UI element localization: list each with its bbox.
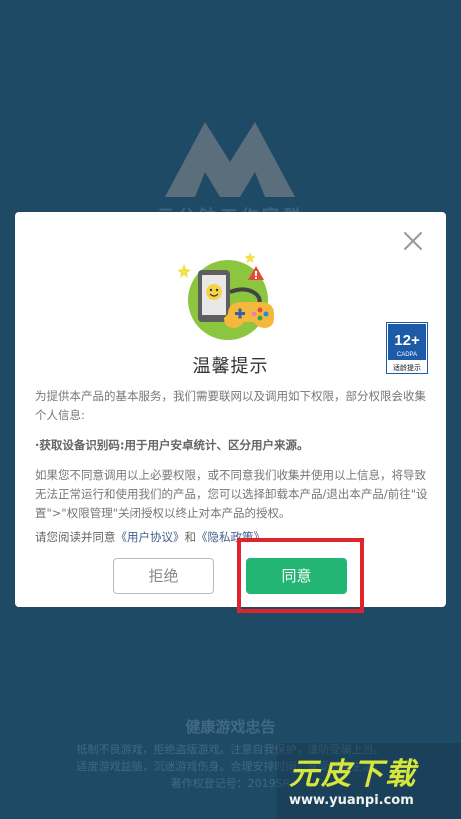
refuse-paragraph: 如果您不同意调用以上必要权限，或不同意我们收集并使用以上信息，将导致无法正常运行…	[35, 468, 428, 520]
agreement-line: 请您阅读并同意《用户协议》和《隐私政策》	[35, 529, 265, 545]
dialog-title: 温馨提示	[192, 356, 269, 377]
permission-item: ·获取设备识别码:用于用户安卓统计、区分用户来源。	[35, 438, 309, 452]
agreement-prefix: 请您阅读并同意	[35, 530, 116, 544]
watermark-url: www.yuanpi.com	[289, 793, 414, 808]
watermark-logo: 元皮下载	[289, 757, 417, 792]
highlight-box	[237, 538, 364, 613]
health-notice-title: 健康游戏忠告	[185, 718, 276, 736]
reject-button[interactable]: 拒绝	[113, 558, 214, 594]
age-rating-number: 12+	[394, 332, 420, 349]
app-logo	[165, 122, 295, 197]
permission-dialog: 12+ CADPA 适龄提示 温馨提示 为提供本产品的基本服务，我们需要联网以及…	[15, 212, 446, 607]
user-agreement-link[interactable]: 《用户协议》	[116, 530, 185, 544]
intro-paragraph: 为提供本产品的基本服务，我们需要联网以及调用如下权限，部分权限会收集个人信息:	[35, 389, 426, 422]
agreement-and: 和	[184, 530, 197, 544]
close-icon[interactable]	[402, 230, 424, 252]
watermark: 元皮下载 www.yuanpi.com	[277, 743, 461, 819]
dialog-body: 为提供本产品的基本服务，我们需要联网以及调用如下权限，部分权限会收集个人信息: …	[35, 387, 428, 534]
game-controller-illustration	[178, 252, 274, 340]
